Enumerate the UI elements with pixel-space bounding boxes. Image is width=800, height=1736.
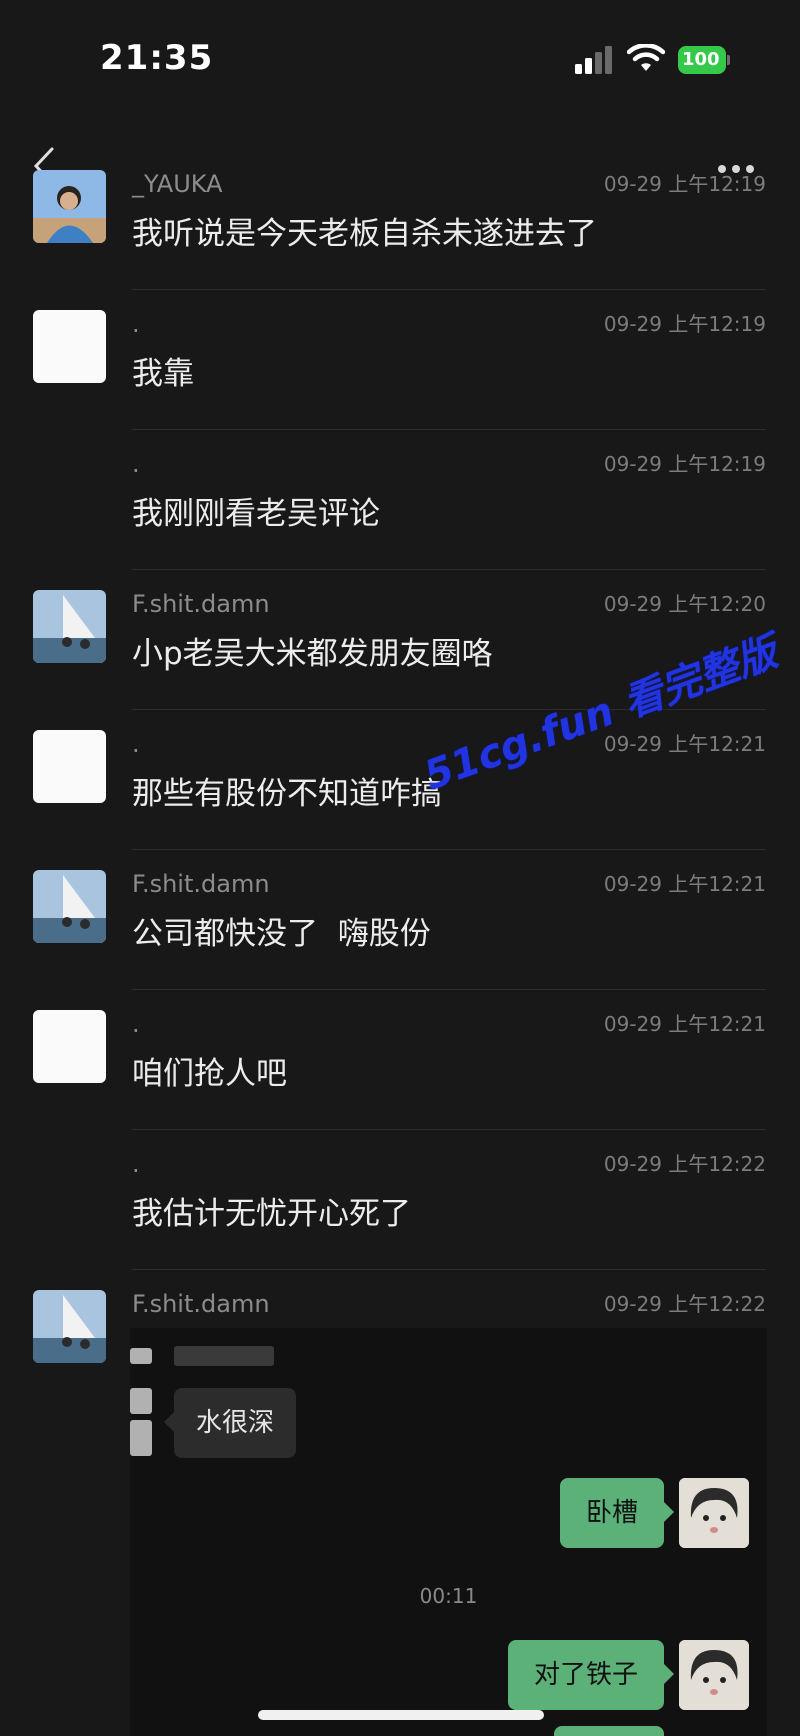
sender-name: . <box>132 310 140 338</box>
message-timestamp: 09-29 上午12:21 <box>603 1012 766 1036</box>
sender-name: . <box>132 1010 140 1038</box>
sender-name: . <box>132 450 140 478</box>
message-text: 我刚刚看老吴评论 <box>132 496 380 532</box>
message-item[interactable]: . 09-29 上午12:19 我刚刚看老吴评论 <box>0 430 800 570</box>
message-item[interactable]: _YAUKA 09-29 上午12:19 我听说是今天老板自杀未遂进去了 <box>0 150 800 290</box>
chat-history-screen: 21:35 100 _YAUKA 09-29 上午12:19 我听说是今天老板自… <box>0 0 800 1736</box>
battery-icon: 100 <box>678 46 730 74</box>
sender-name: _YAUKA <box>132 170 223 198</box>
sender-name: F.shit.damn <box>132 590 270 618</box>
avatar[interactable] <box>33 730 106 803</box>
sender-name: F.shit.damn <box>132 1290 270 1318</box>
sender-name: . <box>132 730 140 758</box>
message-text: 咱们抢人吧 <box>132 1056 287 1092</box>
redacted-name-bar <box>174 1346 274 1366</box>
message-timestamp: 09-29 上午12:19 <box>603 172 766 196</box>
cartoon-avatar-icon <box>679 1478 749 1548</box>
chat-bubble-received: 水很深 <box>163 1388 297 1458</box>
message-timestamp: 09-29 上午12:22 <box>603 1292 766 1316</box>
wifi-icon <box>627 44 665 71</box>
avatar[interactable] <box>33 870 106 943</box>
message-item[interactable]: F.shit.damn 09-29 上午12:21 公司都快没了 嗨股份 <box>0 850 800 990</box>
chat-bubble-sent: 对了铁子 <box>507 1640 675 1710</box>
status-bar: 21:35 100 <box>0 0 800 120</box>
avatar[interactable] <box>33 170 106 243</box>
message-text: 我听说是今天老板自杀未遂进去了 <box>132 216 597 252</box>
avatar[interactable] <box>33 1290 106 1363</box>
chat-bubble-sent-partial <box>554 1726 664 1736</box>
sender-name: F.shit.damn <box>132 870 270 898</box>
message-timestamp: 09-29 上午12:19 <box>603 312 766 336</box>
cellular-signal-icon <box>575 46 612 74</box>
avatar[interactable] <box>33 310 106 383</box>
status-time: 21:35 <box>100 38 214 78</box>
avatar[interactable] <box>33 1010 106 1083</box>
message-text: 我估计无忧开心死了 <box>132 1196 411 1232</box>
image-attachment[interactable]: 水很深 卧槽 00:11 对了铁子 <box>130 1328 767 1736</box>
message-item[interactable]: . 09-29 上午12:21 咱们抢人吧 <box>0 990 800 1130</box>
cartoon-avatar-icon <box>679 1640 749 1710</box>
avatar[interactable] <box>33 590 106 663</box>
message-timestamp: 09-29 上午12:21 <box>603 732 766 756</box>
message-timestamp: 09-29 上午12:21 <box>603 872 766 896</box>
battery-level: 100 <box>678 46 726 74</box>
message-text: 我靠 <box>132 356 194 392</box>
sender-name: . <box>132 1150 140 1178</box>
chat-bubble-sent: 卧槽 <box>559 1478 675 1548</box>
message-item[interactable]: . 09-29 上午12:22 我估计无忧开心死了 <box>0 1130 800 1270</box>
message-timestamp: 09-29 上午12:19 <box>603 452 766 476</box>
message-text: 那些有股份不知道咋搞 <box>132 776 442 812</box>
home-indicator[interactable] <box>258 1710 544 1720</box>
message-timestamp: 09-29 上午12:20 <box>603 592 766 616</box>
message-text: 公司都快没了 嗨股份 <box>132 916 431 952</box>
chat-time-separator: 00:11 <box>419 1584 478 1608</box>
message-item[interactable]: . 09-29 上午12:19 我靠 <box>0 290 800 430</box>
message-timestamp: 09-29 上午12:22 <box>603 1152 766 1176</box>
message-text: 小p老吴大米都发朋友圈咯 <box>132 636 493 672</box>
message-item[interactable]: . 09-29 上午12:21 那些有股份不知道咋搞 <box>0 710 800 850</box>
